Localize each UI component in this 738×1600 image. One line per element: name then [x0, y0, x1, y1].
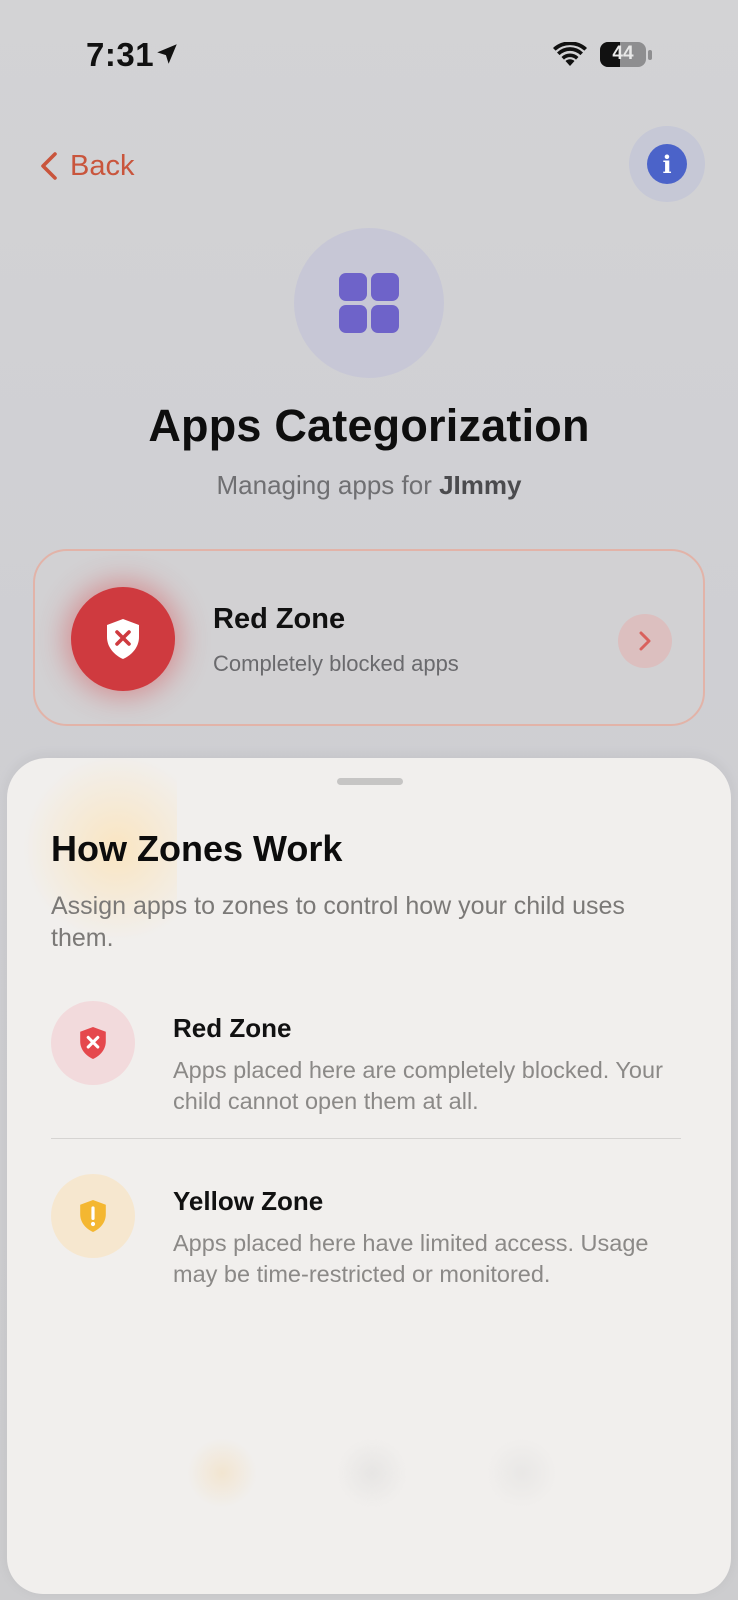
sheet-intro: Assign apps to zones to control how your… — [51, 892, 625, 952]
wifi-icon — [553, 42, 587, 66]
page-title: Apps Categorization — [148, 400, 590, 451]
category-hero-icon — [294, 228, 444, 378]
shield-exclamation-icon — [51, 1174, 135, 1258]
how-zones-work-sheet: How Zones Work Assign apps to zones to c… — [7, 758, 731, 1594]
yellow-zone-title: Yellow Zone — [173, 1186, 324, 1216]
status-bar: 7:31 44 — [0, 0, 738, 100]
divider — [51, 1138, 681, 1139]
back-button[interactable]: Back — [38, 144, 134, 188]
child-name: JImmy — [439, 470, 522, 500]
zone-card-title: Red Zone — [213, 603, 346, 635]
red-zone-description: Apps placed here are completely blocked.… — [173, 1057, 663, 1114]
ghost-tab-1 — [187, 1438, 257, 1508]
info-icon: i — [647, 144, 687, 184]
sheet-title: How Zones Work — [51, 828, 343, 869]
ghost-tab-bar — [147, 1438, 587, 1548]
yellow-zone-description: Apps placed here have limited access. Us… — [173, 1230, 649, 1287]
ghost-tab-3 — [487, 1438, 557, 1508]
red-zone-card[interactable]: Red Zone Completely blocked apps — [33, 549, 705, 726]
back-label: Back — [70, 149, 135, 182]
battery-nub — [648, 50, 652, 60]
info-button[interactable]: i — [629, 126, 705, 202]
battery-icon: 44 — [600, 42, 646, 67]
shield-x-icon — [71, 587, 175, 691]
red-zone-title: Red Zone — [173, 1013, 292, 1043]
ghost-tab-2 — [337, 1438, 407, 1508]
location-arrow-icon — [157, 44, 177, 64]
battery-level: 44 — [612, 43, 634, 64]
zone-card-description: Completely blocked apps — [213, 651, 459, 676]
grid-apps-icon — [339, 273, 399, 333]
screen: 7:31 44 Back i Apps Categorization Manag… — [0, 0, 738, 1600]
status-time: 7:31 — [86, 36, 155, 73]
subtitle-prefix: Managing apps for — [216, 470, 440, 500]
chevron-right-icon[interactable] — [618, 614, 672, 668]
sheet-grabber[interactable] — [337, 778, 403, 785]
page-subtitle: Managing apps for JImmy — [0, 470, 738, 501]
shield-x-icon — [51, 1001, 135, 1085]
chevron-left-icon — [41, 152, 57, 180]
